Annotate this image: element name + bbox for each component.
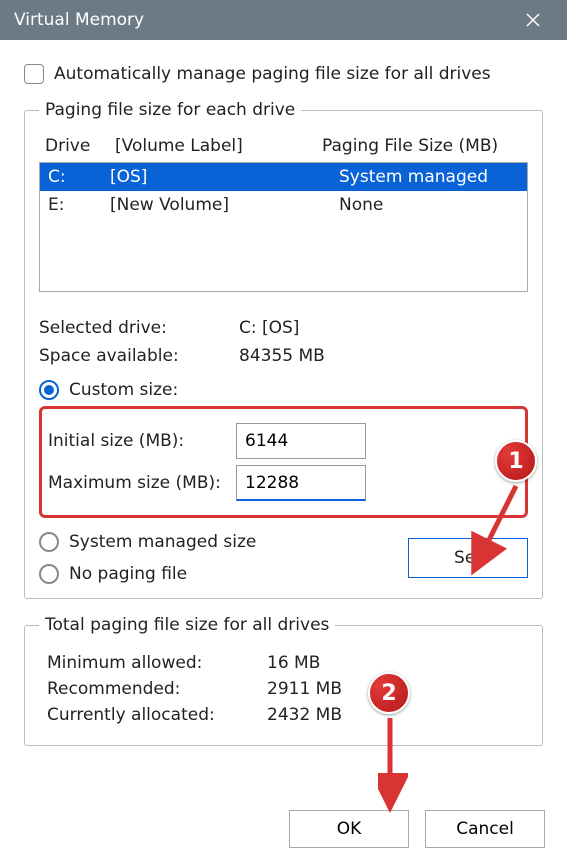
totals-group: Total paging file size for all drives Mi… [24, 615, 543, 746]
system-managed-radio[interactable] [39, 532, 59, 552]
cancel-button-label: Cancel [456, 819, 514, 839]
drive-letter: C: [48, 167, 110, 187]
maximum-size-label: Maximum size (MB): [48, 473, 236, 493]
minimum-allowed-value: 16 MB [267, 653, 320, 673]
maximum-size-input[interactable] [236, 465, 366, 501]
initial-size-label: Initial size (MB): [48, 431, 236, 451]
drive-list[interactable]: C: [OS] System managed E: [New Volume] N… [39, 162, 528, 292]
totals-legend: Total paging file size for all drives [39, 615, 335, 635]
drive-group-legend: Paging file size for each drive [39, 100, 301, 120]
cancel-button[interactable]: Cancel [425, 810, 545, 848]
space-available-value: 84355 MB [239, 346, 325, 366]
custom-size-radio[interactable] [39, 380, 59, 400]
drive-volume: [OS] [110, 167, 339, 187]
recommended-value: 2911 MB [267, 679, 342, 699]
space-available-label: Space available: [39, 346, 239, 366]
recommended-label: Recommended: [47, 679, 267, 699]
window-title: Virtual Memory [14, 10, 144, 30]
currently-allocated-value: 2432 MB [267, 705, 342, 725]
system-managed-label: System managed size [69, 532, 256, 552]
highlight-box: Initial size (MB): Maximum size (MB): [39, 406, 528, 518]
minimum-allowed-label: Minimum allowed: [47, 653, 267, 673]
initial-size-input[interactable] [236, 423, 366, 459]
no-paging-radio[interactable] [39, 564, 59, 584]
drive-letter: E: [48, 195, 110, 215]
annotation-marker-2: 2 [368, 672, 410, 714]
set-button-label: Set [454, 548, 482, 568]
header-size: Paging File Size (MB) [322, 136, 522, 156]
drive-group: Paging file size for each drive Drive [V… [24, 100, 543, 599]
title-bar: Virtual Memory [0, 0, 567, 40]
drive-row[interactable]: C: [OS] System managed [40, 163, 527, 191]
set-button[interactable]: Set [408, 538, 528, 578]
currently-allocated-label: Currently allocated: [47, 705, 267, 725]
drive-volume: [New Volume] [110, 195, 339, 215]
drive-row[interactable]: E: [New Volume] None [40, 191, 527, 219]
close-icon[interactable] [513, 0, 553, 40]
ok-button[interactable]: OK [289, 810, 409, 848]
auto-manage-checkbox[interactable] [24, 64, 44, 84]
ok-button-label: OK [337, 819, 362, 839]
header-drive: Drive [45, 136, 115, 156]
drive-headers: Drive [Volume Label] Paging File Size (M… [39, 132, 528, 162]
drive-size: None [339, 195, 519, 215]
no-paging-label: No paging file [69, 564, 187, 584]
custom-size-label: Custom size: [69, 380, 178, 400]
header-volume: [Volume Label] [115, 136, 322, 156]
selected-drive-value: C: [OS] [239, 318, 299, 338]
auto-manage-label: Automatically manage paging file size fo… [54, 64, 491, 84]
drive-size: System managed [339, 167, 519, 187]
annotation-marker-1: 1 [495, 440, 537, 482]
selected-drive-label: Selected drive: [39, 318, 239, 338]
